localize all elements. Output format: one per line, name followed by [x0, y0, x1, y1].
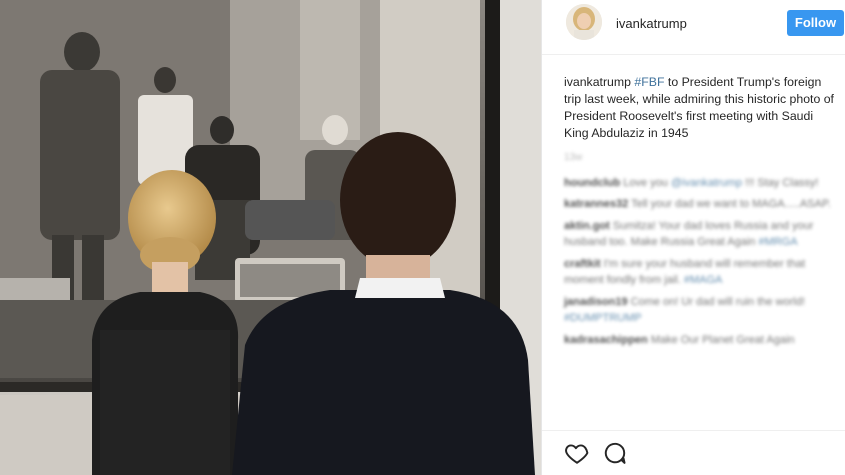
caption-username[interactable]: ivankatrump: [564, 75, 631, 89]
post-photo[interactable]: [0, 0, 541, 475]
heart-icon[interactable]: [564, 440, 590, 466]
comment-hashtag[interactable]: #DUMPTRUMP: [564, 312, 642, 324]
comment-text-tail: !!! Stay Classy!: [742, 176, 819, 189]
username-link[interactable]: ivankatrump: [616, 16, 687, 31]
post-sidebar: ivankatrump Follow ivankatrump #FBF to P…: [541, 0, 845, 475]
comment-text: Love you: [623, 176, 671, 189]
comment-hashtag[interactable]: #MAGA: [684, 274, 723, 286]
comment-text: Make Our Planet Great Again: [650, 333, 795, 346]
comment-icon[interactable]: [602, 440, 628, 466]
comment-text: Tell your dad we want to MAGA.....ASAP.: [631, 198, 831, 210]
comment-hashtag[interactable]: #MRGA: [758, 236, 797, 248]
comment-item: craftkit I'm sure your husband will reme…: [564, 256, 834, 289]
caption-hashtag[interactable]: #FBF: [634, 75, 664, 89]
comment-username[interactable]: janadison19: [564, 296, 628, 308]
actions-divider: [542, 430, 845, 431]
post-header: ivankatrump Follow: [542, 0, 845, 48]
comment-item: aktin.got Sumitza! Your dad loves Russia…: [564, 218, 834, 251]
avatar[interactable]: [566, 4, 602, 40]
comments-list: 13w houndclub Love you @ivankatrump !!! …: [564, 150, 834, 353]
comment-username[interactable]: katrannes32: [564, 198, 628, 210]
post-photo-image: [0, 0, 541, 475]
comment-item: houndclub Love you @ivankatrump !!! Stay…: [564, 175, 834, 192]
comment-username[interactable]: houndclub: [564, 177, 620, 189]
comment-mention[interactable]: @ivankatrump: [671, 177, 742, 189]
comment-text: Come on! Ur dad will ruin the world!: [630, 295, 805, 308]
post-caption: ivankatrump #FBF to President Trump's fo…: [564, 74, 834, 142]
comment-item: kadrasachippen Make Our Planet Great Aga…: [564, 332, 834, 349]
follow-button[interactable]: Follow: [787, 10, 844, 36]
comment-username[interactable]: aktin.got: [564, 220, 610, 232]
comment-username[interactable]: craftkit: [564, 258, 601, 270]
avatar-image: [566, 4, 602, 40]
heart-icon-graphic: [565, 444, 589, 464]
comment-item: katrannes32 Tell your dad we want to MAG…: [564, 196, 834, 213]
comment-icon-graphic: [604, 442, 626, 464]
header-divider: [542, 54, 845, 55]
post-time: 13w: [564, 152, 583, 163]
comment-item: janadison19 Come on! Ur dad will ruin th…: [564, 294, 834, 327]
comment-username[interactable]: kadrasachippen: [564, 334, 648, 346]
